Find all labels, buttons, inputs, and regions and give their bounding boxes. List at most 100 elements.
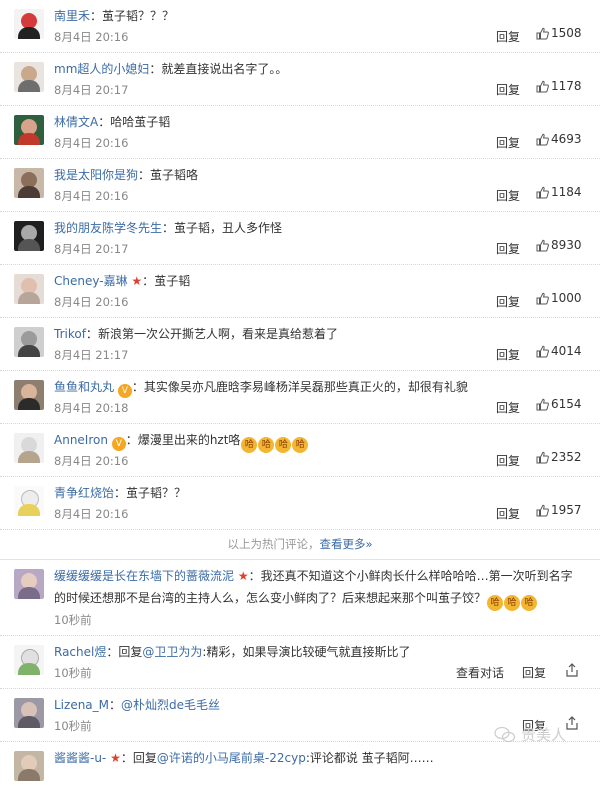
username-link[interactable]: Rachel煜	[54, 645, 106, 659]
avatar[interactable]	[14, 380, 44, 410]
reply-button[interactable]: 回复	[496, 187, 520, 204]
timestamp: 10秒前	[54, 719, 92, 733]
vip-badge-icon: V	[111, 437, 126, 451]
thumbs-up-icon	[536, 345, 549, 358]
username-link[interactable]: 青争红烧饴	[54, 486, 114, 500]
laughing-emoji-icon: 哈	[487, 595, 504, 611]
avatar[interactable]	[14, 168, 44, 198]
reply-button[interactable]: 回复	[496, 240, 520, 257]
reply-button[interactable]: 回复	[496, 346, 520, 363]
timestamp: 8月4日 20:17	[54, 242, 129, 256]
timestamp: 10秒前	[54, 666, 92, 680]
avatar[interactable]	[14, 569, 44, 599]
comment-row: 缓缓缓缓是长在东墙下的蔷薇流泥 ★：我还真不知道这个小鲜肉长什么样哈哈哈…第一次…	[0, 560, 600, 636]
username-link[interactable]: Cheney-嘉琳	[54, 274, 128, 288]
thumbs-up-icon	[536, 27, 549, 40]
username-link[interactable]: 酱酱酱-u-	[54, 751, 106, 765]
avatar[interactable]	[14, 274, 44, 304]
timestamp: 8月4日 20:16	[54, 30, 129, 44]
view-conversation-button[interactable]: 查看对话	[456, 664, 504, 681]
like-count: 6154	[551, 397, 582, 411]
like-button[interactable]: 4693	[536, 132, 582, 146]
comment-text: 缓缓缓缓是长在东墙下的蔷薇流泥 ★：我还真不知道这个小鲜肉长什么样哈哈哈…第一次…	[54, 569, 573, 583]
like-button[interactable]: 1957	[536, 503, 582, 517]
avatar[interactable]	[14, 433, 44, 463]
hot-comments-divider: 以上为热门评论，查看更多»	[0, 530, 600, 560]
comment-text: 南里禾：茧子韬？？？	[54, 9, 175, 23]
reply-button[interactable]: 回复	[496, 134, 520, 151]
like-count: 4014	[551, 344, 582, 358]
comment-row: 鱼鱼和丸丸 V ：其实像吴亦凡鹿晗李易峰杨洋吴磊那些真正火的，却很有礼貌 8月4日…	[0, 371, 600, 424]
laughing-emoji-icon: 哈	[504, 595, 521, 611]
username-link[interactable]: Lizena_M	[54, 698, 109, 712]
reply-button[interactable]: 回复	[496, 452, 520, 469]
like-button[interactable]: 4014	[536, 344, 582, 358]
thumbs-up-icon	[536, 239, 549, 252]
mention-link[interactable]: @许诺的小马尾前桌-22cyp	[157, 751, 306, 765]
thumbs-up-icon	[536, 80, 549, 93]
share-icon[interactable]	[566, 715, 578, 730]
avatar[interactable]	[14, 62, 44, 92]
reply-button[interactable]: 回复	[496, 28, 520, 45]
like-button[interactable]: 1178	[536, 79, 582, 93]
view-more-link[interactable]: 查看更多»	[319, 537, 372, 551]
mention-link[interactable]: @朴灿烈de毛毛丝	[121, 698, 220, 712]
comment-row: 我的朋友陈学冬先生：茧子韬，丑人多作怪 8月4日 20:17 回复 8930	[0, 212, 600, 265]
username-link[interactable]: 鱼鱼和丸丸	[54, 380, 114, 394]
comment-text: Rachel煜：回复@卫卫为为:精彩，如果导演比较硬气就直接斯比了	[54, 645, 411, 659]
comment-row: 南里禾：茧子韬？？？ 8月4日 20:16 回复 1508	[0, 0, 600, 53]
avatar[interactable]	[14, 486, 44, 516]
avatar[interactable]	[14, 751, 44, 781]
comment-text: 青争红烧饴：茧子韬？？	[54, 486, 187, 500]
username-link[interactable]: mm超人的小媳妇	[54, 62, 149, 76]
like-button[interactable]: 8930	[536, 238, 582, 252]
like-button[interactable]: 2352	[536, 450, 582, 464]
avatar[interactable]	[14, 115, 44, 145]
avatar[interactable]	[14, 698, 44, 728]
comment-row: 青争红烧饴：茧子韬？？ 8月4日 20:16 回复 1957	[0, 477, 600, 530]
avatar[interactable]	[14, 9, 44, 39]
comment-row: Cheney-嘉琳 ★：茧子韬 8月4日 20:16 回复 1000	[0, 265, 600, 318]
like-button[interactable]: 1000	[536, 291, 582, 305]
like-button[interactable]: 1184	[536, 185, 582, 199]
reply-button[interactable]: 回复	[496, 399, 520, 416]
username-link[interactable]: 我的朋友陈学冬先生	[54, 221, 162, 235]
comment-row: 我是太阳你是狗：茧子韬咯 8月4日 20:16 回复 1184	[0, 159, 600, 212]
timestamp: 8月4日 20:16	[54, 454, 129, 468]
comment-text: AnneIron V ：爆漫里出来的hzt咯哈哈哈哈	[54, 432, 309, 453]
username-link[interactable]: Trikof	[54, 327, 86, 341]
username-link[interactable]: AnneIron	[54, 433, 108, 447]
username-link[interactable]: 我是太阳你是狗	[54, 168, 138, 182]
like-count: 1184	[551, 185, 582, 199]
comment-text: Lizena_M：@朴灿烈de毛毛丝	[54, 698, 221, 712]
reply-button[interactable]: 回复	[496, 293, 520, 310]
timestamp: 8月4日 20:16	[54, 507, 129, 521]
comment-row: AnneIron V ：爆漫里出来的hzt咯哈哈哈哈 8月4日 20:16 回复 …	[0, 424, 600, 477]
timestamp: 10秒前	[54, 613, 92, 627]
reply-button[interactable]: 回复	[496, 505, 520, 522]
like-button[interactable]: 1508	[536, 26, 582, 40]
like-button[interactable]: 6154	[536, 397, 582, 411]
wechat-watermark: 贵美人	[494, 724, 566, 745]
thumbs-up-icon	[536, 133, 549, 146]
like-count: 4693	[551, 132, 582, 146]
star-badge-icon: ★	[237, 569, 249, 583]
comment-row: Rachel煜：回复@卫卫为为:精彩，如果导演比较硬气就直接斯比了 10秒前 查…	[0, 636, 600, 689]
laughing-emoji-icon: 哈	[521, 595, 538, 611]
timestamp: 8月4日 20:16	[54, 189, 129, 203]
mention-link[interactable]: @卫卫为为	[142, 645, 202, 659]
share-icon[interactable]	[566, 662, 578, 677]
username-link[interactable]: 林倩文A	[54, 115, 98, 129]
username-link[interactable]: 南里禾	[54, 9, 90, 23]
username-link[interactable]: 缓缓缓缓是长在东墙下的蔷薇流泥	[54, 569, 234, 583]
avatar[interactable]	[14, 327, 44, 357]
comment-text: 我是太阳你是狗：茧子韬咯	[54, 168, 199, 182]
laughing-emoji-icon: 哈	[258, 437, 275, 453]
comment-text: mm超人的小媳妇：就差直接说出名字了。。	[54, 62, 288, 76]
reply-button[interactable]: 回复	[522, 664, 546, 681]
reply-button[interactable]: 回复	[496, 81, 520, 98]
like-count: 1508	[551, 26, 582, 40]
avatar[interactable]	[14, 221, 44, 251]
timestamp: 8月4日 20:18	[54, 401, 129, 415]
avatar[interactable]	[14, 645, 44, 675]
